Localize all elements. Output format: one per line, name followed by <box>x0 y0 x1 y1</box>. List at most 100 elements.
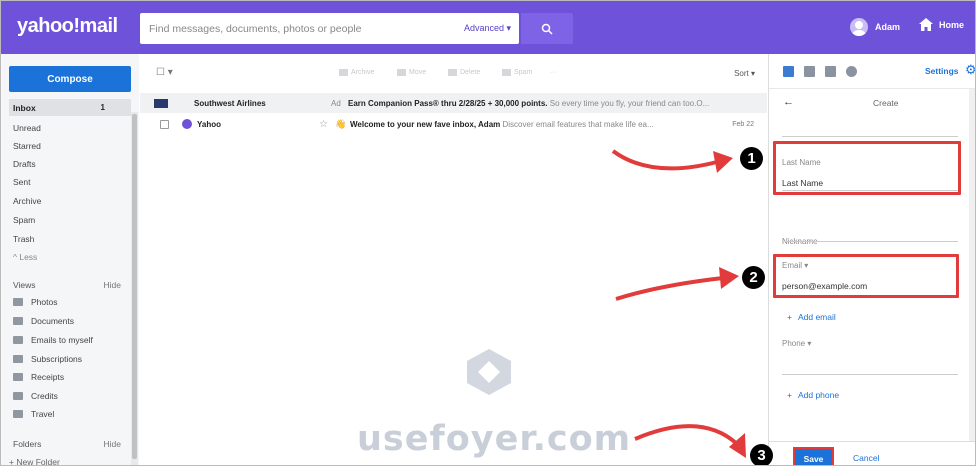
subject-text: Earn Companion Pass® thru 2/28/25 + 30,0… <box>348 98 548 108</box>
sort-label: Sort <box>734 69 749 78</box>
view-item-travel[interactable]: Travel <box>13 409 54 419</box>
message-date: Feb 22 <box>732 120 754 128</box>
archive-icon <box>339 69 348 76</box>
last-name-label: Last Name <box>782 158 821 167</box>
view-item-documents[interactable]: Documents <box>13 316 74 326</box>
cancel-button[interactable]: Cancel <box>853 453 879 463</box>
sidebar-scrollbar-thumb[interactable] <box>132 114 137 459</box>
compose-button[interactable]: Compose <box>9 66 131 92</box>
view-label: Photos <box>31 297 58 307</box>
delete-button[interactable]: Delete <box>448 69 480 76</box>
search-input[interactable] <box>140 13 430 44</box>
new-folder-link[interactable]: + New Folder <box>9 457 60 465</box>
message-row-yahoo[interactable]: Yahoo ☆ 👋 Welcome to your new fave inbox… <box>140 114 767 134</box>
email-field[interactable]: person@example.com <box>782 281 867 291</box>
move-button[interactable]: Move <box>397 69 426 76</box>
folders-section-header: Folders Hide <box>9 439 121 449</box>
message-subject: Earn Companion Pass® thru 2/28/25 + 30,0… <box>348 99 709 108</box>
sidebar-item-inbox[interactable]: Inbox 1 <box>9 99 131 116</box>
step-badge-3: 3 <box>750 444 773 465</box>
sidebar-item-label: Unread <box>13 122 41 133</box>
account-menu[interactable]: Adam <box>850 18 900 36</box>
yahoo-mail-window: yahoo!mail Advanced ▾ Adam Home Compose … <box>0 0 976 466</box>
archive-button[interactable]: Archive <box>339 69 374 76</box>
add-email-label: Add email <box>797 312 836 322</box>
sidebar-item-archive[interactable]: Archive <box>9 192 131 209</box>
views-header: Views <box>13 280 36 290</box>
phone-type-dropdown[interactable]: Phone ▾ <box>782 339 811 348</box>
add-email-link[interactable]: + Add email <box>787 312 836 322</box>
shield-icon <box>502 69 511 76</box>
top-header: yahoo!mail Advanced ▾ Adam Home <box>1 1 975 54</box>
sidebar-item-spam[interactable]: Spam <box>9 211 131 228</box>
settings-link[interactable]: Settings <box>925 66 959 76</box>
plus-icon: + <box>787 390 792 400</box>
message-sender: Southwest Airlines <box>194 98 266 108</box>
folders-hide-link[interactable]: Hide <box>104 439 121 449</box>
last-name-field[interactable]: Last Name <box>782 178 823 188</box>
sidebar-item-drafts[interactable]: Drafts <box>9 155 131 172</box>
person-icon <box>13 336 23 344</box>
search-button[interactable] <box>521 13 573 44</box>
view-item-credits[interactable]: Credits <box>13 391 58 401</box>
back-arrow-icon[interactable]: ← <box>783 96 794 108</box>
email-label: Email <box>782 261 803 270</box>
yahoo-mail-logo[interactable]: yahoo!mail <box>17 15 118 38</box>
panel-title: Create <box>873 98 899 108</box>
message-subject: Welcome to your new fave inbox, Adam Dis… <box>350 120 654 129</box>
photos-icon <box>13 298 23 306</box>
more-actions-button[interactable]: ··· <box>550 69 557 76</box>
sidebar-item-trash[interactable]: Trash <box>9 230 131 247</box>
view-item-photos[interactable]: Photos <box>13 297 57 307</box>
panel-scrollbar[interactable] <box>969 89 975 441</box>
gear-icon[interactable]: ⚙ <box>965 63 975 76</box>
home-label: Home <box>939 19 965 30</box>
contacts-icon[interactable] <box>783 66 794 77</box>
usefoyer-watermark: usefoyer.com <box>357 419 632 459</box>
wave-emoji-icon: 👋 <box>335 118 347 129</box>
home-icon <box>919 18 933 31</box>
step-badge-1: 1 <box>740 147 763 170</box>
trash-icon <box>448 69 457 76</box>
ad-label: Ad <box>331 98 341 108</box>
star-icon[interactable]: ☆ <box>319 119 328 130</box>
search-box: Advanced ▾ <box>140 13 519 44</box>
arrow-3-head <box>729 433 746 458</box>
left-sidebar: Compose Inbox 1 Unread Starred Drafts Se… <box>1 54 139 465</box>
sidebar-item-starred[interactable]: Starred <box>9 137 131 154</box>
nickname-underline <box>782 241 958 242</box>
add-phone-label: Add phone <box>797 390 840 400</box>
subscriptions-icon <box>13 355 23 363</box>
contact-create-panel: Settings ⚙ ← Create Last Name Last Name … <box>768 54 975 465</box>
receipts-icon <box>13 373 23 381</box>
notepad-icon[interactable] <box>825 66 836 77</box>
select-all-checkbox[interactable]: ☐ ▾ <box>156 67 173 78</box>
sidebar-item-unread[interactable]: Unread <box>9 119 131 136</box>
sort-dropdown[interactable]: Sort ▾ <box>734 69 755 78</box>
help-icon[interactable] <box>846 66 857 77</box>
home-link[interactable]: Home <box>919 18 964 31</box>
view-item-subscriptions[interactable]: Subscriptions <box>13 354 82 364</box>
message-sender: Yahoo <box>197 119 222 129</box>
search-icon <box>541 23 553 35</box>
spam-button[interactable]: Spam <box>502 69 532 76</box>
calendar-icon[interactable] <box>804 66 815 77</box>
save-button[interactable]: Save <box>793 447 834 465</box>
message-row-ad[interactable]: Southwest Airlines Ad Earn Companion Pas… <box>140 93 767 113</box>
arrow-1-head <box>713 151 733 173</box>
advanced-search-link[interactable]: Advanced ▾ <box>464 23 511 34</box>
views-hide-link[interactable]: Hide <box>104 280 121 290</box>
sidebar-item-label: Archive <box>13 195 42 206</box>
email-type-dropdown[interactable]: Email ▾ <box>782 261 808 270</box>
message-checkbox[interactable] <box>160 119 169 129</box>
sidebar-less-toggle[interactable]: ^ Less <box>9 248 131 265</box>
add-phone-link[interactable]: + Add phone <box>787 390 839 400</box>
sidebar-item-sent[interactable]: Sent <box>9 173 131 190</box>
view-item-emails-to-myself[interactable]: Emails to myself <box>13 335 93 345</box>
verified-sender-icon <box>182 119 192 129</box>
view-item-receipts[interactable]: Receipts <box>13 372 64 382</box>
spam-label: Spam <box>514 69 533 76</box>
message-snippet: Discover email features that make life e… <box>502 119 654 129</box>
view-label: Credits <box>31 391 58 401</box>
view-label: Emails to myself <box>31 335 93 345</box>
